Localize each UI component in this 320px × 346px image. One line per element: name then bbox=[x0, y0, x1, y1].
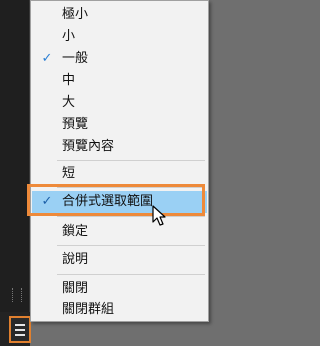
menu-item-close-group[interactable]: 關閉群組 bbox=[32, 299, 207, 321]
checkmark-icon bbox=[39, 4, 55, 26]
panel-ticks bbox=[12, 288, 22, 302]
checkmark-icon bbox=[39, 249, 55, 271]
checkmark-icon: ✓ bbox=[41, 51, 53, 66]
menu-item-label: 關閉 bbox=[62, 281, 89, 296]
menu-separator bbox=[57, 160, 205, 161]
checkmark-icon bbox=[39, 299, 55, 321]
menu-separator bbox=[57, 216, 205, 217]
menu-item-preview[interactable]: 預覽 bbox=[32, 114, 207, 136]
panel-menu-button[interactable] bbox=[9, 316, 31, 343]
menu-item-label: 一般 bbox=[62, 51, 89, 66]
checkmark-icon bbox=[39, 70, 55, 92]
checkmark-icon bbox=[39, 163, 55, 185]
menu-item-label: 預覽 bbox=[62, 117, 89, 132]
menu-item-short[interactable]: 短 bbox=[32, 163, 207, 185]
mouse-pointer-icon bbox=[152, 205, 166, 226]
checkmark-icon bbox=[39, 221, 55, 243]
menu-item-lock[interactable]: 鎖定 bbox=[32, 221, 207, 243]
menu-item-label: 短 bbox=[62, 166, 76, 181]
checkmark-icon bbox=[39, 26, 55, 48]
menu-item-normal[interactable]: ✓ 一般 bbox=[32, 48, 207, 70]
menu-item-help[interactable]: 說明 bbox=[32, 249, 207, 271]
menu-item-label: 極小 bbox=[62, 7, 89, 22]
menu-item-label: 關閉群組 bbox=[62, 302, 115, 317]
menu-item-medium[interactable]: 中 bbox=[32, 70, 207, 92]
left-panel bbox=[0, 0, 30, 346]
menu-item-small[interactable]: 小 bbox=[32, 26, 207, 48]
menu-item-label: 預覽內容 bbox=[62, 139, 115, 154]
checkmark-icon bbox=[39, 114, 55, 136]
hamburger-menu-icon bbox=[15, 323, 25, 336]
menu-item-label: 中 bbox=[62, 73, 76, 88]
menu-separator bbox=[57, 245, 205, 246]
highlight-frame bbox=[27, 184, 205, 216]
checkmark-icon bbox=[39, 136, 55, 158]
menu-item-label: 大 bbox=[62, 95, 76, 110]
menu-item-label: 小 bbox=[62, 29, 76, 44]
checkmark-icon bbox=[39, 278, 55, 300]
menu-item-label: 鎖定 bbox=[62, 224, 89, 239]
menu-item-preview-content[interactable]: 預覽內容 bbox=[32, 136, 207, 158]
menu-item-label: 說明 bbox=[62, 252, 89, 267]
menu-item-close[interactable]: 關閉 bbox=[32, 278, 207, 300]
context-menu: 極小 小 ✓ 一般 中 大 預覽 預覽內容 短 ✓ 合併式選取範圍 鎖定 說明 … bbox=[30, 0, 209, 322]
menu-item-smallest[interactable]: 極小 bbox=[32, 4, 207, 26]
checkmark-icon bbox=[39, 92, 55, 114]
menu-separator bbox=[57, 274, 205, 275]
menu-item-large[interactable]: 大 bbox=[32, 92, 207, 114]
